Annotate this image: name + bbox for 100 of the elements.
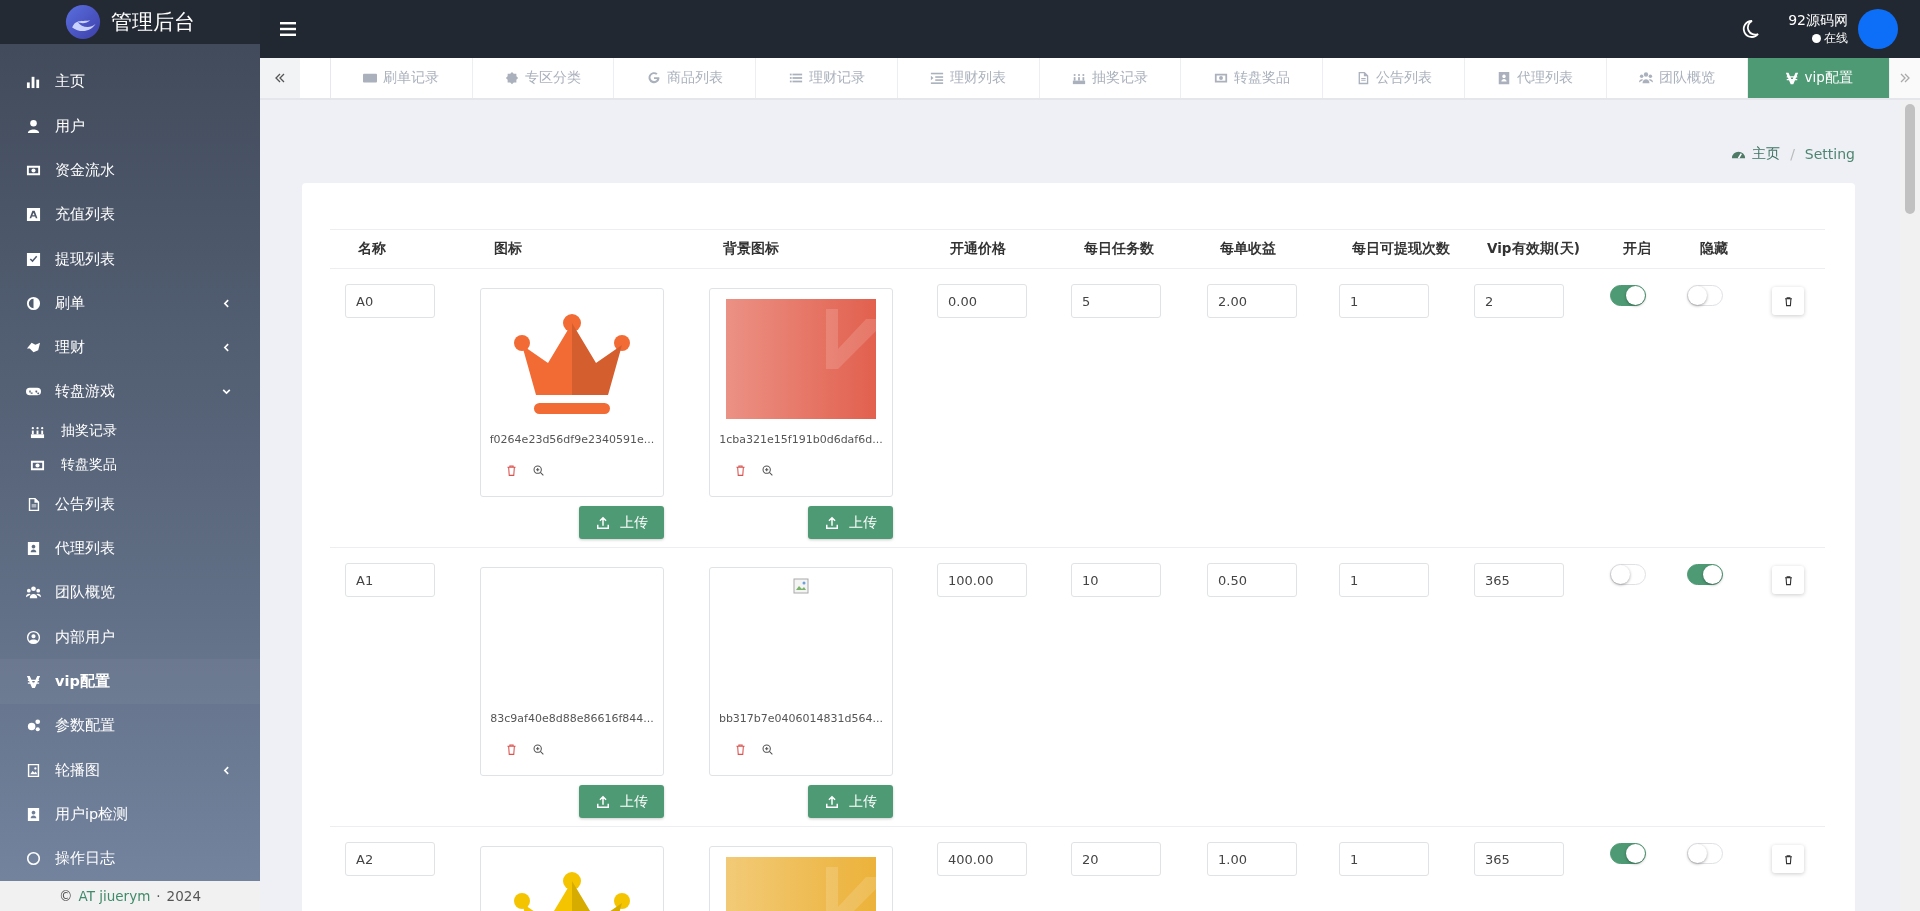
hidden-toggle[interactable] — [1687, 564, 1723, 585]
name-field[interactable]: A2 — [345, 842, 435, 876]
delete-icon[interactable] — [505, 743, 518, 756]
column-header: 图标 — [493, 240, 523, 258]
double-chevron-right-icon — [1899, 72, 1912, 84]
sidebar-item[interactable]: 充值列表 — [0, 192, 260, 237]
price-field[interactable]: 400.00 — [937, 842, 1027, 876]
sidebar-item[interactable]: vip配置 — [0, 659, 260, 704]
order-income-field[interactable]: 1.00 — [1207, 842, 1297, 876]
sidebar-item[interactable]: 公告列表 — [0, 482, 260, 527]
badge-icon — [505, 71, 520, 85]
name-field[interactable]: A1 — [345, 563, 435, 597]
breadcrumb-current: Setting — [1804, 146, 1855, 162]
daily-withdrawals-field[interactable]: 1 — [1339, 563, 1429, 597]
sidebar-item[interactable]: 操作日志 — [0, 836, 260, 881]
column-header: Vip有效期(天) — [1486, 240, 1581, 258]
people-icon — [1638, 71, 1653, 85]
sidebar-item[interactable]: 理财 — [0, 325, 260, 370]
column-header: 开通价格 — [949, 240, 1007, 258]
enabled-toggle[interactable] — [1610, 285, 1646, 306]
contact-card-icon — [26, 806, 41, 822]
upload-button[interactable]: 上传 — [579, 785, 664, 818]
online-status: 在线 — [1812, 29, 1848, 47]
copyright-year: 2024 — [166, 887, 201, 904]
file-name: 83c9af40e8d88e86616f844... — [490, 712, 654, 725]
sidebar-subitem[interactable]: 转盘奖品 — [0, 448, 260, 483]
breadcrumb-separator: / — [1790, 146, 1795, 162]
menu-icon[interactable] — [280, 22, 296, 36]
sidebar-item[interactable]: 主页 — [0, 59, 260, 105]
column-header: 每单收益 — [1219, 240, 1277, 258]
trash-icon — [1782, 853, 1794, 865]
moon-icon[interactable] — [1740, 19, 1761, 39]
enabled-toggle[interactable] — [1610, 843, 1646, 864]
separator-dot: · — [156, 887, 161, 904]
avatar-logo[interactable] — [1858, 9, 1898, 49]
sidebar-item[interactable]: 用户 — [0, 104, 260, 149]
delete-button[interactable] — [1772, 566, 1804, 594]
sidebar-item[interactable]: 内部用户 — [0, 615, 260, 660]
checkbox-icon — [26, 251, 41, 267]
validity-days-field[interactable]: 365 — [1474, 563, 1564, 597]
indent-list-icon — [930, 71, 945, 85]
cake-icon — [1072, 71, 1087, 85]
card-icon — [363, 71, 378, 85]
delete-icon[interactable] — [734, 743, 747, 756]
sidebar-item[interactable]: 刷单 — [0, 281, 260, 326]
file-name: f0264e23d56df9e2340591e... — [489, 433, 655, 446]
validity-days-field[interactable]: 2 — [1474, 284, 1564, 318]
sidebar-item[interactable]: 团队概览 — [0, 570, 260, 616]
order-income-field[interactable]: 2.00 — [1207, 284, 1297, 318]
zoom-in-icon[interactable] — [761, 743, 774, 756]
upload-button[interactable]: 上传 — [808, 785, 893, 818]
price-field[interactable]: 0.00 — [937, 284, 1027, 318]
file-name: 1cba321e15f191b0d6daf6d... — [719, 433, 883, 446]
sidebar-item[interactable]: 转盘游戏 — [0, 369, 260, 415]
delete-button[interactable] — [1772, 287, 1804, 315]
delete-button[interactable] — [1772, 845, 1804, 873]
brand-title: 管理后台 — [111, 8, 195, 36]
daily-withdrawals-field[interactable]: 1 — [1339, 284, 1429, 318]
trash-icon — [1782, 295, 1794, 307]
zoom-in-icon[interactable] — [532, 743, 545, 756]
order-income-field[interactable]: 0.50 — [1207, 563, 1297, 597]
breadcrumb-link[interactable]: 主页 — [1752, 145, 1781, 163]
people-icon — [26, 585, 41, 601]
sidebar-item[interactable]: 轮播图 — [0, 747, 260, 793]
copyright-text: © — [59, 887, 73, 904]
upload-button[interactable]: 上传 — [579, 506, 664, 539]
banknote-icon — [26, 163, 41, 178]
contact-card-icon — [1497, 71, 1512, 85]
banknote-icon — [1213, 71, 1228, 85]
sidebar-item[interactable]: 用户ip检测 — [0, 792, 260, 837]
picture-icon — [26, 762, 41, 778]
column-header: 隐藏 — [1699, 240, 1729, 258]
sidebar-item[interactable]: 资金流水 — [0, 148, 260, 193]
zoom-in-icon[interactable] — [532, 464, 545, 477]
sidebar-item[interactable]: 参数配置 — [0, 703, 260, 748]
upload-icon — [824, 515, 839, 530]
daily-tasks-field[interactable]: 10 — [1071, 563, 1161, 597]
double-chevron-left-icon — [274, 72, 286, 84]
price-field[interactable]: 100.00 — [937, 563, 1027, 597]
name-field[interactable]: A0 — [345, 284, 435, 318]
sidebar-subitem[interactable]: 抽奖记录 — [0, 414, 260, 449]
delete-icon[interactable] — [734, 464, 747, 477]
tab[interactable]: vip配置 — [1748, 58, 1891, 98]
daily-withdrawals-field[interactable]: 1 — [1339, 842, 1429, 876]
author-link[interactable]: AT jiuerym — [78, 887, 151, 904]
scrollbar[interactable] — [1900, 100, 1920, 911]
person-icon — [26, 118, 41, 134]
v-icon — [26, 673, 41, 689]
daily-tasks-field[interactable]: 20 — [1071, 842, 1161, 876]
sidebar-item[interactable]: 代理列表 — [0, 526, 260, 571]
column-header: 背景图标 — [722, 240, 780, 258]
daily-tasks-field[interactable]: 5 — [1071, 284, 1161, 318]
delete-icon[interactable] — [505, 464, 518, 477]
upload-button[interactable]: 上传 — [808, 506, 893, 539]
document-icon — [26, 496, 41, 512]
zoom-in-icon[interactable] — [761, 464, 774, 477]
column-header: 每日任务数 — [1083, 240, 1155, 258]
sidebar-item[interactable]: 提现列表 — [0, 236, 260, 282]
contrast-icon — [26, 295, 41, 311]
validity-days-field[interactable]: 365 — [1474, 842, 1564, 876]
